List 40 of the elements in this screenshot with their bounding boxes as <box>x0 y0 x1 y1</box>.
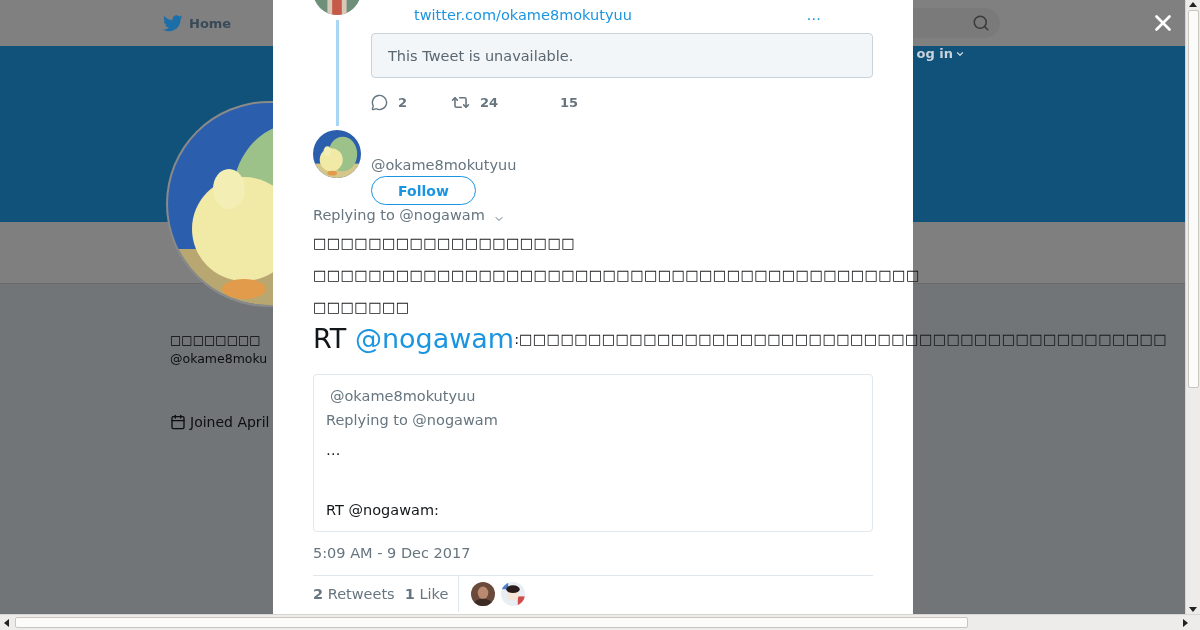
quoted-text: RT @nogawam: <box>326 501 440 519</box>
like-count[interactable]: 15 <box>531 94 611 110</box>
scroll-thumb[interactable] <box>1188 10 1199 388</box>
vertical-scrollbar[interactable] <box>1185 0 1200 614</box>
liker-avatar[interactable] <box>501 582 526 606</box>
quoted-tweet[interactable]: @okame8mokutyuu Replying to @nogawam … RT @nogawam: <box>313 374 873 532</box>
reply-button[interactable]: 2 <box>371 93 451 111</box>
joined-date: Joined April <box>190 414 270 430</box>
arrow-up-icon[interactable] <box>1188 0 1198 10</box>
quoted-handle: @okame8mokutyuu <box>329 387 477 405</box>
retweet-button[interactable]: 24 <box>451 92 531 112</box>
tweet-text: □□□□□□□ <box>313 297 410 317</box>
scroll-thumb[interactable] <box>15 617 968 628</box>
retweets-count[interactable]: 2 Retweets <box>313 586 395 602</box>
liker-avatar[interactable] <box>471 582 496 606</box>
arrow-left-icon[interactable] <box>2 617 12 628</box>
horizontal-scrollbar[interactable] <box>0 614 1200 630</box>
avatar[interactable] <box>313 130 361 178</box>
arrow-down-icon[interactable] <box>1188 604 1198 614</box>
profile-handle: @okame8moku <box>170 350 268 368</box>
replying-to: Replying to @nogawam <box>313 206 485 225</box>
timestamp[interactable]: 5:09 AM - 9 Dec 2017 <box>313 544 873 562</box>
calendar-icon <box>170 414 186 430</box>
speech-bubble-icon <box>371 93 388 111</box>
quoted-text: … <box>326 441 342 459</box>
likes-count[interactable]: 1 Like <box>404 586 449 602</box>
profile-name: □□□□□□□□ <box>170 332 261 349</box>
mention-link[interactable]: @nogawam <box>354 323 515 355</box>
unavailable-notice: This Tweet is unavailable. <box>371 33 873 78</box>
user-handle[interactable]: @okame8mokutyuu <box>371 156 517 174</box>
bird-icon <box>163 14 183 32</box>
tweet-text: □□□□□□□□□□□□□□□□□□□ <box>313 233 575 253</box>
search-icon <box>972 14 990 32</box>
more-link[interactable]: … <box>806 5 821 25</box>
login-link[interactable]: og in <box>916 46 965 61</box>
tweet-link[interactable]: twitter.com/okame8mokutyuu <box>414 5 632 25</box>
quoted-replying-to: Replying to @nogawam <box>326 411 499 429</box>
tweet-text: □□□□□□□□□□□□□□□□□□□□□□□□□□□□□□□□□□□□□□□□□□□□ <box>313 265 920 285</box>
tweet-text: RT <box>313 323 348 355</box>
arrow-right-icon[interactable] <box>1180 617 1190 628</box>
